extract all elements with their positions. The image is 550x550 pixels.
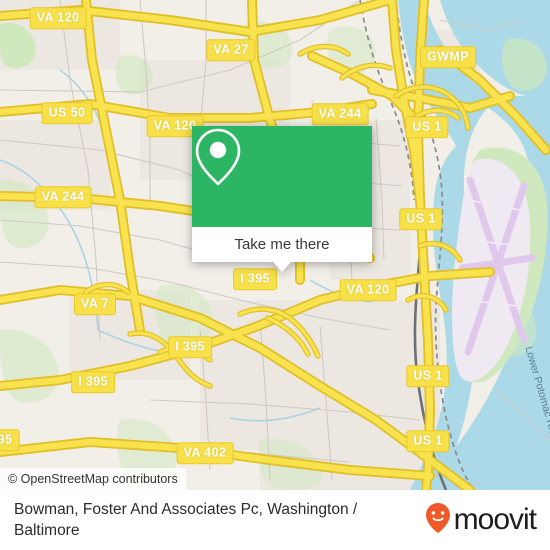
road-shield: VA 120 — [29, 7, 87, 29]
take-me-there-button[interactable]: Take me there — [192, 227, 372, 262]
popup-header — [192, 126, 372, 227]
road-shield: I 395 — [168, 336, 212, 358]
road-shield: US 1 — [406, 365, 450, 387]
popup-pointer — [273, 262, 291, 272]
road-shield: VA 7 — [74, 293, 116, 315]
road-shield: VA 27 — [206, 39, 256, 61]
road-shield: US 1 — [399, 208, 443, 230]
moovit-logo[interactable]: moovit — [425, 502, 537, 539]
road-shield: GWMP — [420, 46, 476, 68]
road-shield: VA 244 — [311, 103, 369, 125]
road-shield: US 1 — [405, 116, 449, 138]
road-shield: VA 244 — [34, 186, 92, 208]
road-shield: US 50 — [41, 102, 93, 124]
road-shield: VA 402 — [176, 442, 234, 464]
map-attribution[interactable]: © OpenStreetMap contributors — [0, 468, 186, 490]
road-shield: 95 — [0, 429, 20, 451]
location-popup-card[interactable]: Take me there — [192, 126, 372, 272]
road-shield: I 395 — [233, 268, 277, 290]
moovit-wordmark: moovit — [453, 503, 537, 536]
footer-bar: Bowman, Foster And Associates Pc, Washin… — [0, 490, 550, 550]
moovit-pin-smiley-icon — [425, 502, 451, 539]
take-me-there-label: Take me there — [234, 236, 330, 253]
road-shield: I 395 — [71, 371, 115, 393]
place-title: Bowman, Foster And Associates Pc, Washin… — [14, 501, 358, 539]
screenshot-root: VA 120 VA 27 GWMP US 50 VA 120 VA 244 US 1 VA 2… — [0, 0, 550, 550]
road-shield: VA 120 — [339, 279, 397, 301]
map-canvas[interactable]: VA 120 VA 27 GWMP US 50 VA 120 VA 244 US 1 VA 2… — [0, 0, 550, 490]
road-shield: US 1 — [406, 430, 450, 452]
